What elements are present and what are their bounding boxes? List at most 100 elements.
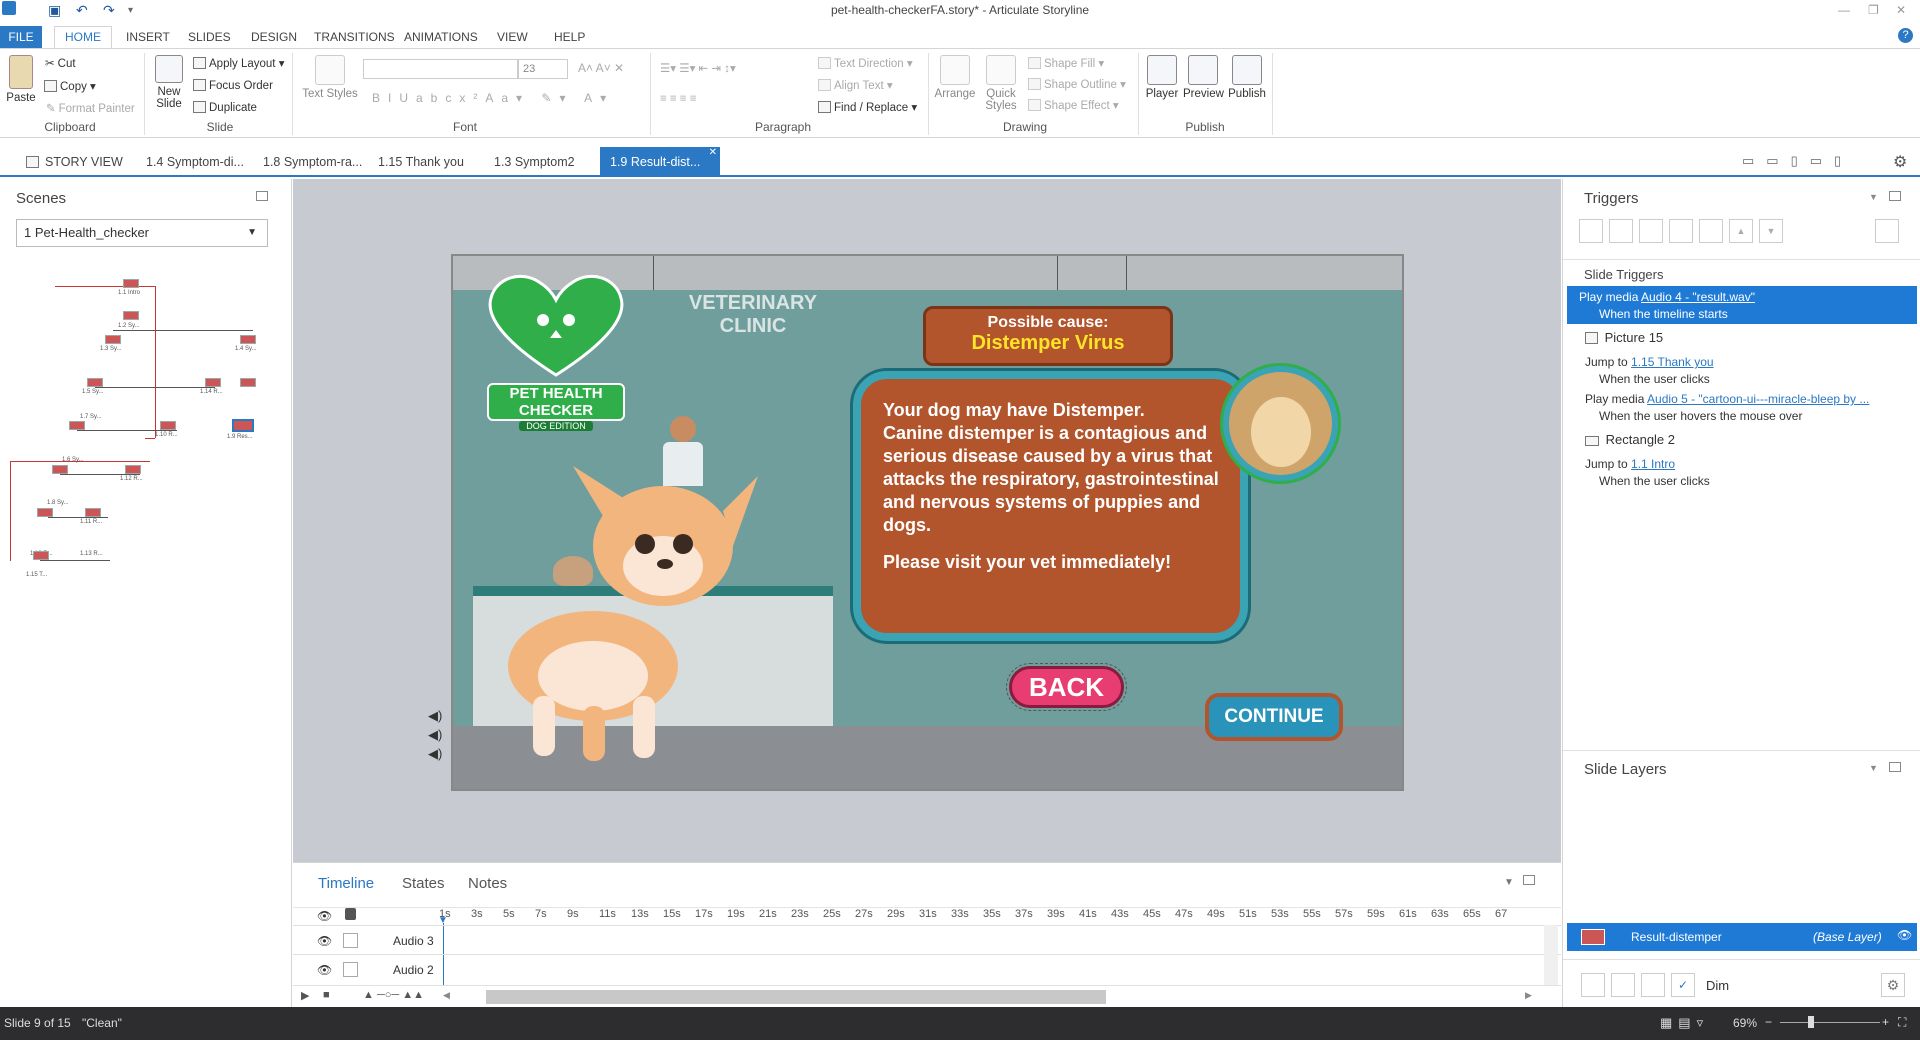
tab-slide-1-4[interactable]: 1.4 Symptom-di... [146, 155, 244, 169]
grow-font-icon[interactable]: A˄ A˅ ✕ [578, 61, 624, 75]
font-family-select[interactable] [363, 59, 518, 79]
preview-button[interactable]: Preview [1183, 55, 1224, 100]
trigger-item-selected[interactable]: Play media Audio 4 - "result.wav" When t… [1567, 286, 1917, 324]
lock-checkbox[interactable] [343, 933, 358, 948]
collapse-icon[interactable]: ▼ [1869, 763, 1878, 773]
panel-dock-icon[interactable] [1889, 191, 1901, 201]
shape-effect-button[interactable]: Shape Effect ▾ [1028, 98, 1119, 112]
timeline-vscrollbar[interactable] [1544, 925, 1558, 985]
zoom-slider-thumb[interactable] [1808, 1016, 1814, 1028]
align-icons[interactable]: ≡ ≡ ≡ ≡ [660, 93, 696, 105]
scene-node[interactable] [52, 465, 68, 474]
scene-node[interactable] [85, 508, 101, 517]
paste-trigger-icon[interactable] [1669, 219, 1693, 243]
format-painter-button[interactable]: ✎ Format Painter [46, 101, 135, 115]
font-size-select[interactable]: 23 [518, 59, 568, 79]
zoom-out-icon[interactable]: − [1765, 1015, 1772, 1029]
timeline-row-label[interactable]: Audio 2 [393, 963, 434, 977]
zoom-slider[interactable]: ▲ ─○─ ▲▲ [363, 989, 424, 1001]
cut-button[interactable]: ✂ Cut [45, 56, 76, 70]
scene-node[interactable] [240, 335, 256, 344]
zoom-slider[interactable] [1780, 1022, 1880, 1023]
eye-icon[interactable]: 👁 [317, 909, 332, 923]
shape-fill-button[interactable]: Shape Fill ▾ [1028, 56, 1104, 70]
trigger-target-link[interactable]: Audio 5 - "cartoon-ui---miracle-bleep by… [1647, 392, 1869, 406]
eye-icon[interactable]: 👁 [317, 963, 332, 977]
quick-styles-button[interactable]: Quick Styles [980, 55, 1022, 112]
tab-story-view[interactable]: STORY VIEW [26, 155, 123, 169]
trigger-object[interactable]: Rectangle 2 [1585, 432, 1675, 447]
device-view-icons[interactable]: ▭▭▯▭▯ [1742, 153, 1853, 169]
lock-checkbox[interactable] [343, 962, 358, 977]
help-icon[interactable]: ? [1898, 28, 1913, 43]
gear-icon[interactable]: ⚙ [1893, 152, 1907, 172]
apply-layout-button[interactable]: Apply Layout ▾ [193, 56, 284, 70]
text-direction-button[interactable]: Text Direction ▾ [818, 56, 913, 70]
trigger-item[interactable]: Jump to 1.15 Thank you [1585, 355, 1714, 369]
trigger-item[interactable]: Play media Audio 5 - "cartoon-ui---mirac… [1585, 392, 1869, 406]
scene-node[interactable] [69, 421, 85, 430]
view-mode-icons[interactable]: ▦▤▿ [1660, 1015, 1709, 1031]
audio-speaker-icons[interactable]: 🔈🔈🔈 [451, 708, 453, 765]
tab-slide-1-15[interactable]: 1.15 Thank you [378, 155, 464, 169]
tab-slide-1-3[interactable]: 1.3 Symptom2 [494, 155, 575, 169]
timeline-scrollbar[interactable] [486, 990, 1106, 1004]
lock-icon[interactable] [345, 908, 356, 920]
trigger-item[interactable]: Jump to 1.1 Intro [1585, 457, 1675, 471]
align-text-button[interactable]: Align Text ▾ [818, 78, 893, 92]
shape-outline-button[interactable]: Shape Outline ▾ [1028, 77, 1126, 91]
tab-slide-1-9-active[interactable]: 1.9 Result-dist... ✕ [600, 147, 720, 177]
tab-view[interactable]: VIEW [497, 30, 528, 44]
scene-node[interactable] [125, 465, 141, 474]
trigger-target-link[interactable]: 1.15 Thank you [1631, 355, 1714, 369]
tab-insert[interactable]: INSERT [126, 30, 170, 44]
base-layer-item[interactable]: Result-distemper (Base Layer) 👁 [1567, 923, 1917, 951]
collapse-icon[interactable]: ▼ [1869, 192, 1878, 202]
tab-slide-1-8[interactable]: 1.8 Symptom-ra... [263, 155, 362, 169]
tab-help[interactable]: HELP [554, 30, 585, 44]
edit-trigger-icon[interactable] [1609, 219, 1633, 243]
delete-trigger-icon[interactable] [1699, 219, 1723, 243]
scene-node[interactable] [123, 311, 139, 320]
move-down-icon[interactable]: ▼ [1759, 219, 1783, 243]
scene-select[interactable]: 1 Pet-Health_checker ▼ [16, 219, 268, 247]
tab-home[interactable]: HOME [54, 26, 112, 48]
scene-node[interactable] [205, 378, 221, 387]
play-icon[interactable]: ▶ [301, 989, 309, 1002]
new-slide-button[interactable]: New Slide [150, 55, 188, 110]
scene-node[interactable] [87, 378, 103, 387]
timeline-row-label[interactable]: Audio 3 [393, 934, 434, 948]
new-layer-icon[interactable] [1581, 973, 1605, 997]
publish-button[interactable]: Publish [1226, 55, 1268, 100]
maximize-icon[interactable]: ❐ [1868, 3, 1879, 17]
tab-timeline[interactable]: Timeline [318, 875, 374, 892]
tab-design[interactable]: DESIGN [251, 30, 297, 44]
timeline-ruler[interactable]: 1s 3s 5s 7s 9s 11s 13s 15s 17s 19s 21s 2… [439, 863, 1549, 923]
trigger-target-link[interactable]: Audio 4 - "result.wav" [1641, 290, 1755, 304]
scroll-left-icon[interactable]: ◀ [443, 990, 450, 1001]
stop-icon[interactable]: ■ [323, 989, 330, 1001]
continue-button[interactable]: CONTINUE [1205, 693, 1343, 741]
bullets-icon[interactable]: ☰▾ ☰▾ ⇤ ⇥ ↕▾ [660, 61, 736, 75]
tab-transitions[interactable]: TRANSITIONS [314, 30, 395, 44]
copy-button[interactable]: Copy ▾ [44, 79, 96, 93]
panel-dock-icon[interactable] [1889, 762, 1901, 772]
eye-icon[interactable]: 👁 [1897, 928, 1912, 942]
scene-node[interactable] [33, 551, 49, 560]
eye-icon[interactable]: 👁 [317, 934, 332, 948]
tab-animations[interactable]: ANIMATIONS [404, 30, 478, 44]
trigger-target-link[interactable]: 1.1 Intro [1631, 457, 1675, 471]
dim-checkbox[interactable]: ✓ [1671, 973, 1695, 997]
find-replace-button[interactable]: Find / Replace ▾ [818, 100, 917, 114]
tab-slides[interactable]: SLIDES [188, 30, 231, 44]
copy-trigger-icon[interactable] [1639, 219, 1663, 243]
scene-node[interactable] [160, 421, 176, 430]
arrange-button[interactable]: Arrange [932, 55, 978, 100]
audio-marker-icons[interactable]: ◀) ◀) ◀) [428, 706, 442, 763]
scene-node-selected[interactable] [232, 419, 254, 432]
panel-dock-icon[interactable] [256, 191, 268, 201]
minimize-icon[interactable]: — [1838, 3, 1850, 17]
back-button[interactable]: BACK [1006, 663, 1127, 711]
duplicate-button[interactable]: Duplicate [193, 101, 257, 114]
player-button[interactable]: Player [1142, 55, 1182, 100]
